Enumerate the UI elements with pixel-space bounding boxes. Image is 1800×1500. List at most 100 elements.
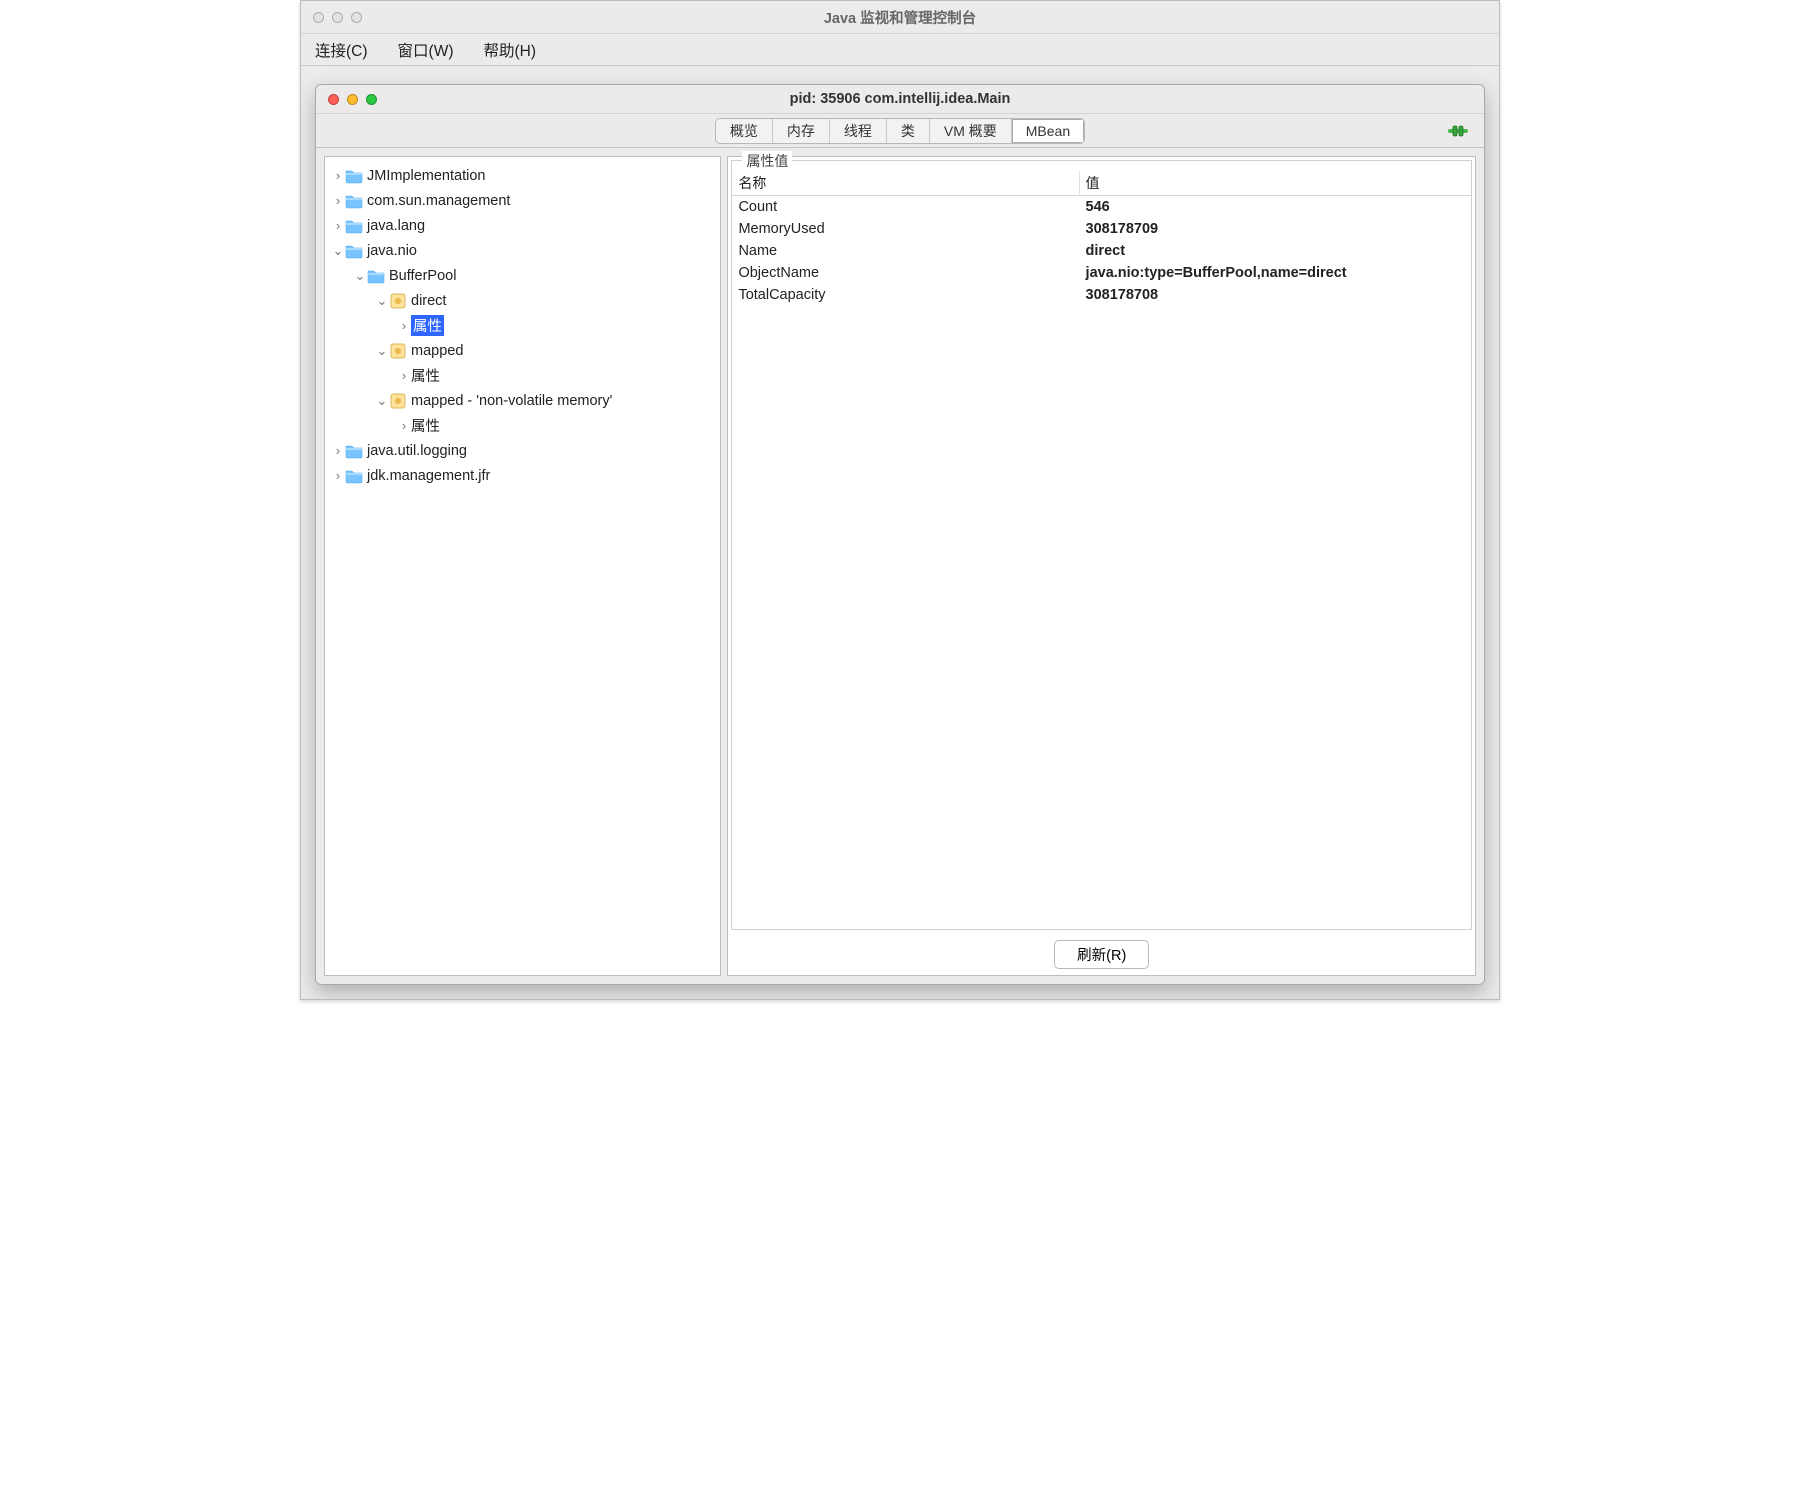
tab-vmsummary[interactable]: VM 概要 (930, 119, 1012, 143)
table-row[interactable]: ObjectNamejava.nio:type=BufferPool,name=… (732, 262, 1471, 284)
refresh-button[interactable]: 刷新(R) (1054, 940, 1149, 969)
outer-titlebar: Java 监视和管理控制台 (301, 1, 1499, 34)
tree-label: java.nio (367, 243, 417, 259)
attr-value: 308178709 (1080, 218, 1471, 240)
tree-node-mapped-attr[interactable]: › 属性 (329, 363, 716, 388)
tree-node-direct[interactable]: ⌄ direct (329, 288, 716, 313)
tree-node-javalogging[interactable]: › java.util.logging (329, 438, 716, 463)
tree-label: BufferPool (389, 268, 456, 284)
column-header-value[interactable]: 值 (1080, 171, 1471, 195)
folder-icon (345, 242, 363, 260)
chevron-right-icon[interactable]: › (331, 443, 345, 458)
chevron-right-icon[interactable]: › (331, 168, 345, 183)
attr-name: ObjectName (732, 262, 1079, 284)
chevron-down-icon[interactable]: ⌄ (375, 343, 389, 359)
tree-node-comsun[interactable]: › com.sun.management (329, 188, 716, 213)
outer-window-title: Java 监视和管理控制台 (301, 7, 1499, 28)
outer-window: Java 监视和管理控制台 连接(C) 窗口(W) 帮助(H) pid: 359… (300, 0, 1500, 1000)
attribute-table-body: Count546MemoryUsed308178709NamedirectObj… (732, 196, 1471, 929)
traffic-close-icon[interactable] (313, 12, 324, 23)
folder-icon (345, 467, 363, 485)
inner-minimize-icon[interactable] (347, 94, 358, 105)
attr-name: Name (732, 240, 1079, 262)
tab-mbean[interactable]: MBean (1012, 119, 1084, 143)
tree-node-jmimpl[interactable]: › JMImplementation (329, 163, 716, 188)
folder-icon (345, 442, 363, 460)
tree-node-mapped-nv-attr[interactable]: › 属性 (329, 413, 716, 438)
connection-status-icon (1446, 123, 1470, 139)
menubar: 连接(C) 窗口(W) 帮助(H) (301, 34, 1499, 66)
tree-node-direct-attr[interactable]: › 属性 (329, 313, 716, 338)
tree-label: java.util.logging (367, 443, 467, 459)
tree-node-bufferpool[interactable]: ⌄ BufferPool (329, 263, 716, 288)
refresh-bar: 刷新(R) (728, 933, 1475, 975)
tree-label: java.lang (367, 218, 425, 234)
inner-close-icon[interactable] (328, 94, 339, 105)
workspace: pid: 35906 com.intellij.idea.Main 概览 内存 … (301, 66, 1499, 999)
attribute-legend: 属性值 (742, 151, 792, 171)
tree-label: mapped - 'non-volatile memory' (411, 393, 612, 409)
attr-value: 308178708 (1080, 284, 1471, 306)
menu-connect[interactable]: 连接(C) (315, 39, 368, 61)
attr-name: TotalCapacity (732, 284, 1079, 306)
table-row[interactable]: Namedirect (732, 240, 1471, 262)
attr-name: Count (732, 196, 1079, 218)
tree-label: direct (411, 293, 446, 309)
bean-icon (389, 392, 407, 410)
mbean-tree[interactable]: › JMImplementation › com.sun.management … (324, 156, 721, 976)
tree-label: jdk.management.jfr (367, 468, 490, 484)
folder-icon (345, 167, 363, 185)
chevron-right-icon[interactable]: › (397, 368, 411, 383)
chevron-right-icon[interactable]: › (331, 468, 345, 483)
tab-classes[interactable]: 类 (887, 119, 930, 143)
tree-node-javalang[interactable]: › java.lang (329, 213, 716, 238)
content-area: › JMImplementation › com.sun.management … (316, 148, 1484, 984)
chevron-right-icon[interactable]: › (331, 193, 345, 208)
chevron-right-icon[interactable]: › (397, 318, 411, 333)
attr-value: java.nio:type=BufferPool,name=direct (1080, 262, 1471, 284)
tree-label: 属性 (411, 365, 440, 386)
tree-node-mapped-nv[interactable]: ⌄ mapped - 'non-volatile memory' (329, 388, 716, 413)
traffic-minimize-icon[interactable] (332, 12, 343, 23)
tree-label-selected: 属性 (411, 315, 444, 336)
chevron-down-icon[interactable]: ⌄ (375, 293, 389, 309)
inner-window: pid: 35906 com.intellij.idea.Main 概览 内存 … (315, 84, 1485, 985)
tree-node-mapped[interactable]: ⌄ mapped (329, 338, 716, 363)
attr-name: MemoryUsed (732, 218, 1079, 240)
menu-help[interactable]: 帮助(H) (483, 39, 536, 61)
tab-group: 概览 内存 线程 类 VM 概要 MBean (715, 118, 1085, 144)
inner-titlebar: pid: 35906 com.intellij.idea.Main (316, 85, 1484, 114)
bean-icon (389, 342, 407, 360)
inner-traffic-lights (316, 94, 377, 105)
chevron-right-icon[interactable]: › (397, 418, 411, 433)
inner-zoom-icon[interactable] (366, 94, 377, 105)
column-header-name[interactable]: 名称 (732, 171, 1079, 195)
attribute-panel: 属性值 名称 值 Count546MemoryUsed308178709Name… (727, 156, 1476, 976)
outer-traffic-lights (301, 12, 362, 23)
attr-value: direct (1080, 240, 1471, 262)
folder-icon (367, 267, 385, 285)
tree-node-jdkjfr[interactable]: › jdk.management.jfr (329, 463, 716, 488)
menu-window[interactable]: 窗口(W) (398, 39, 454, 61)
tab-memory[interactable]: 内存 (773, 119, 830, 143)
chevron-down-icon[interactable]: ⌄ (353, 268, 367, 284)
tab-overview[interactable]: 概览 (716, 119, 773, 143)
tree-node-javanio[interactable]: ⌄ java.nio (329, 238, 716, 263)
chevron-down-icon[interactable]: ⌄ (331, 243, 345, 259)
attribute-table-header: 名称 值 (732, 171, 1471, 196)
traffic-zoom-icon[interactable] (351, 12, 362, 23)
table-row[interactable]: Count546 (732, 196, 1471, 218)
chevron-down-icon[interactable]: ⌄ (375, 393, 389, 409)
attribute-fieldset: 属性值 名称 值 Count546MemoryUsed308178709Name… (731, 160, 1472, 930)
tab-threads[interactable]: 线程 (830, 119, 887, 143)
attr-value: 546 (1080, 196, 1471, 218)
tree-label: JMImplementation (367, 168, 485, 184)
chevron-right-icon[interactable]: › (331, 218, 345, 233)
tree-label: com.sun.management (367, 193, 510, 209)
table-row[interactable]: MemoryUsed308178709 (732, 218, 1471, 240)
tree-label: mapped (411, 343, 463, 359)
inner-window-title: pid: 35906 com.intellij.idea.Main (316, 91, 1484, 107)
tabbar: 概览 内存 线程 类 VM 概要 MBean (316, 114, 1484, 148)
tree-label: 属性 (411, 415, 440, 436)
table-row[interactable]: TotalCapacity308178708 (732, 284, 1471, 306)
